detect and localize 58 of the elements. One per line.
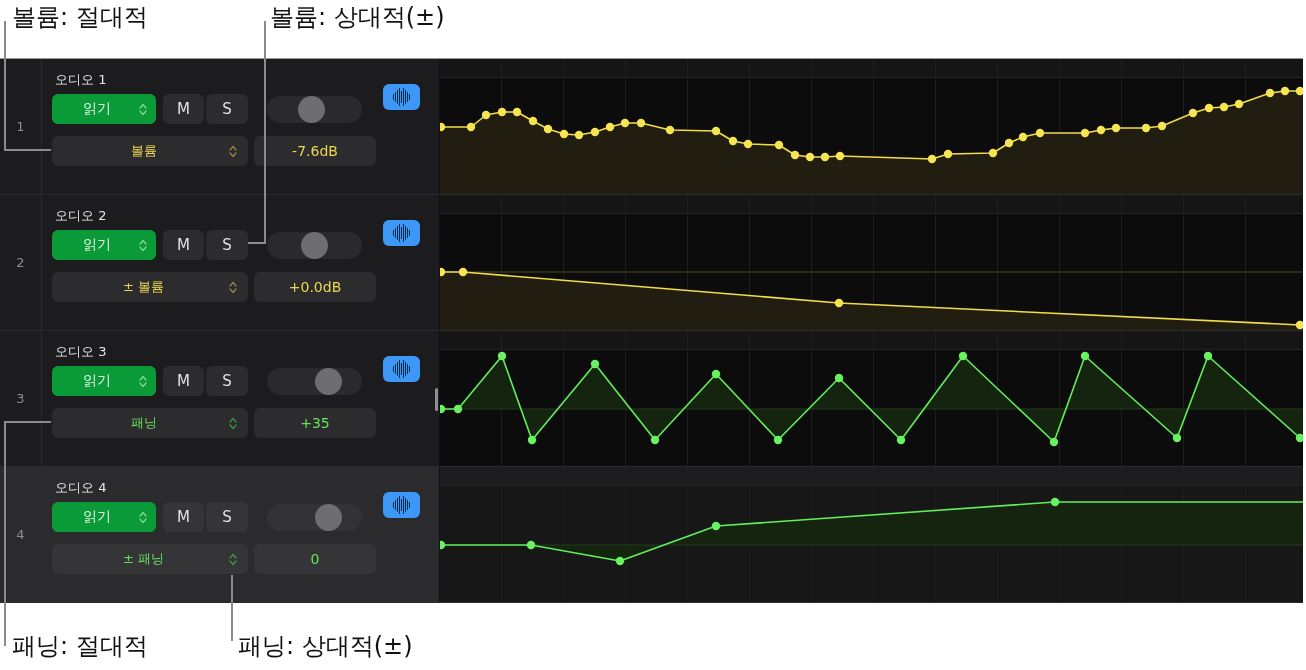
scroll-indicator xyxy=(435,388,438,411)
waveform-icon xyxy=(392,88,411,106)
updown-chevron-icon xyxy=(229,552,237,566)
mute-button[interactable]: M xyxy=(163,94,204,124)
track-row[interactable]: 4 오디오 4 읽기 M S ± 패닝 0 xyxy=(0,467,1303,603)
value-field[interactable]: 0 xyxy=(254,544,376,574)
callout-label: 패닝: 절대적 xyxy=(12,632,148,660)
updown-chevron-icon xyxy=(139,374,147,388)
solo-button[interactable]: S xyxy=(206,230,248,260)
solo-button[interactable]: S xyxy=(206,502,248,532)
parameter-dropdown[interactable]: ± 패닝 xyxy=(52,544,248,574)
slider-track[interactable] xyxy=(267,95,362,123)
callout-label: 패닝: 상대적(±) xyxy=(238,632,413,660)
waveform-button[interactable] xyxy=(383,356,420,382)
waveform-icon xyxy=(392,496,411,514)
callout-line xyxy=(231,575,233,641)
slider-track[interactable] xyxy=(267,231,362,259)
updown-chevron-icon xyxy=(139,102,147,116)
track-number: 2 xyxy=(16,254,25,271)
updown-chevron-icon xyxy=(229,416,237,430)
waveform-button[interactable] xyxy=(383,84,420,110)
value-field[interactable]: -7.6dB xyxy=(254,136,376,166)
slider-thumb[interactable] xyxy=(314,367,342,395)
value-field[interactable]: +35 xyxy=(254,408,376,438)
slider-thumb[interactable] xyxy=(297,95,325,123)
track-row[interactable]: 2 오디오 2 읽기 M S ± 볼륨 +0.0dB xyxy=(0,195,1303,331)
callout-label: 볼륨: 상대적(±) xyxy=(270,3,445,31)
track-number: 3 xyxy=(16,390,25,407)
track-row[interactable]: 1 오디오 1 읽기 M S 볼륨 -7.6dB xyxy=(0,59,1303,195)
track-name: 오디오 3 xyxy=(55,344,107,360)
parameter-dropdown[interactable]: 패닝 xyxy=(52,408,248,438)
mute-button[interactable]: M xyxy=(163,502,204,532)
parameter-dropdown[interactable]: ± 볼륨 xyxy=(52,272,248,302)
updown-chevron-icon xyxy=(229,280,237,294)
parameter-dropdown[interactable]: 볼륨 xyxy=(52,136,248,166)
track-number: 4 xyxy=(16,526,25,543)
mute-button[interactable]: M xyxy=(163,366,204,396)
updown-chevron-icon xyxy=(139,510,147,524)
waveform-button[interactable] xyxy=(383,492,420,518)
waveform-icon xyxy=(392,360,411,378)
waveform-icon xyxy=(392,224,411,242)
track-row[interactable]: 3 오디오 3 읽기 M S 패닝 +35 xyxy=(0,331,1303,467)
track-name: 오디오 4 xyxy=(55,480,107,496)
slider-thumb[interactable] xyxy=(301,231,328,259)
solo-button[interactable]: S xyxy=(206,94,248,124)
slider-thumb[interactable] xyxy=(314,503,342,531)
track-name: 오디오 2 xyxy=(55,208,107,224)
value-field[interactable]: +0.0dB xyxy=(254,272,376,302)
slider-track[interactable] xyxy=(267,367,362,395)
callout-label: 볼륨: 절대적 xyxy=(12,3,148,31)
track-number: 1 xyxy=(16,118,25,135)
mute-button[interactable]: M xyxy=(163,230,204,260)
waveform-button[interactable] xyxy=(383,220,420,246)
slider-track[interactable] xyxy=(267,503,362,531)
updown-chevron-icon xyxy=(229,144,237,158)
solo-button[interactable]: S xyxy=(206,366,248,396)
track-name: 오디오 1 xyxy=(55,72,107,88)
updown-chevron-icon xyxy=(139,238,147,252)
